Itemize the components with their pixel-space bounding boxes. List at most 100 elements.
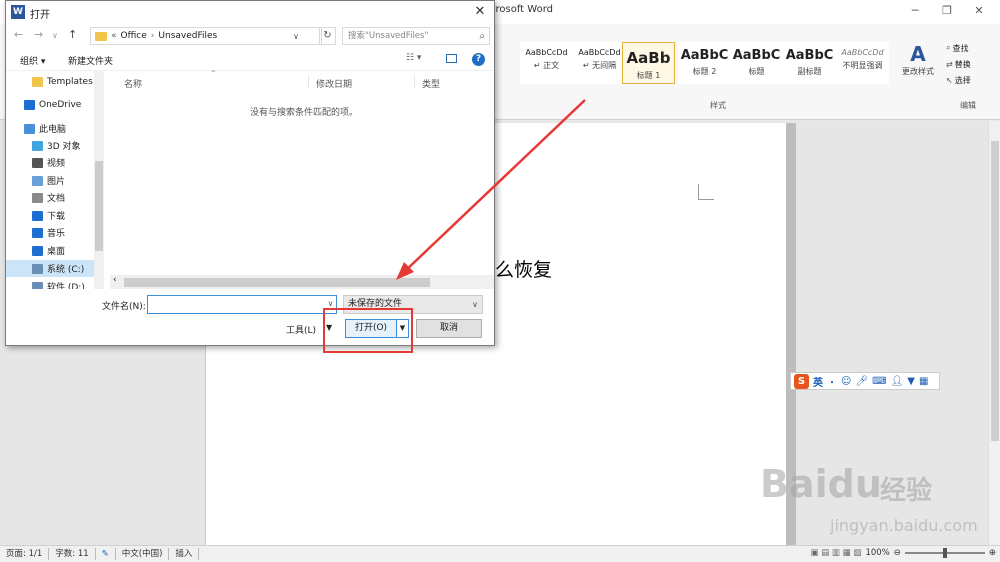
nav-item[interactable]: 文档 — [6, 189, 98, 206]
zoom-level[interactable]: 100% — [865, 548, 889, 558]
nav-item[interactable]: 下载 — [6, 207, 98, 224]
restore-icon[interactable]: ❐ — [932, 2, 962, 20]
button-row: 工具(L) ▼ 打开(O) ▼ 取消 — [6, 319, 494, 341]
punctuation-icon[interactable]: ・ — [827, 374, 837, 389]
nav-item[interactable]: 系统 (C:) — [6, 260, 98, 277]
page-count[interactable]: 页面: 1/1 — [0, 548, 50, 560]
change-view-icon[interactable]: ☷ ▾ — [406, 53, 421, 63]
insert-mode[interactable]: 插入 — [169, 548, 200, 560]
zoom-slider[interactable] — [904, 548, 985, 558]
nav-item[interactable]: 图片 — [6, 172, 98, 189]
scroll-left-icon[interactable]: ‹ — [113, 275, 117, 285]
dialog-close-icon[interactable]: ✕ — [470, 4, 490, 19]
column-divider — [414, 75, 415, 89]
zoom-in-icon[interactable]: ⊕ — [989, 548, 996, 558]
document-scrollbar[interactable] — [988, 121, 1000, 545]
nav-item[interactable]: 桌面 — [6, 242, 98, 259]
style-item[interactable]: AaBbCcDd ↵ 无间隔 — [573, 42, 626, 84]
file-list: 名称 ⌃ 修改日期 类型 没有与搜索条件匹配的项。 ‹ — [110, 69, 494, 289]
navigation-scrollbar-thumb[interactable] — [95, 161, 103, 251]
search-input[interactable]: 搜索"UnsavedFiles" ⌕ — [342, 27, 490, 45]
select-button[interactable]: ↖ 选择 — [946, 72, 1000, 88]
breadcrumb-office[interactable]: Office — [121, 31, 147, 41]
baidu-watermark: Baidu 经验 jingyan.baidu.com — [760, 452, 978, 542]
keyboard-icon[interactable]: ⌨ — [872, 376, 886, 387]
address-dropdown-icon[interactable]: ∨ — [293, 32, 299, 41]
zoom-slider-thumb[interactable] — [942, 548, 947, 558]
style-item[interactable]: AaBbC 副标题 — [783, 42, 836, 84]
file-list-scrollbar[interactable]: ‹ — [110, 275, 494, 289]
nav-item-label: 桌面 — [47, 247, 66, 257]
user-icon[interactable]: 👤︎ — [891, 376, 904, 387]
nav-item[interactable]: 3D 对象 — [6, 137, 98, 154]
file-list-scrollbar-thumb[interactable] — [124, 278, 430, 287]
change-styles-button[interactable]: A 更改样式 — [898, 42, 938, 77]
download-icon — [32, 210, 43, 221]
style-item[interactable]: AaBbC 标题 — [730, 42, 783, 84]
sogou-logo-icon[interactable]: S — [794, 373, 809, 389]
refresh-icon[interactable]: ↻ — [319, 27, 336, 45]
address-overflow[interactable]: « — [111, 31, 117, 41]
nav-item-label: 此电脑 — [39, 125, 67, 135]
recent-locations-icon[interactable]: ∨ — [52, 31, 58, 40]
column-type[interactable]: 类型 — [422, 77, 440, 90]
style-item[interactable]: AaBb 标题 1 — [622, 42, 675, 84]
new-folder-button[interactable]: 新建文件夹 — [68, 54, 113, 67]
nav-item-label: OneDrive — [39, 99, 82, 110]
drive-icon — [32, 281, 43, 289]
ime-language-toggle[interactable]: 英 — [813, 374, 823, 389]
word-count[interactable]: 字数: 11 — [49, 548, 96, 560]
navigation-scrollbar[interactable] — [94, 71, 104, 289]
grid-icon[interactable]: ▦ — [919, 376, 928, 387]
view-mode-icons[interactable]: ▣ ▤ ▥ ▦ ▧ — [810, 548, 861, 558]
nav-item[interactable]: 软件 (D:) — [6, 278, 98, 289]
preview-pane-icon[interactable] — [446, 54, 457, 63]
zoom-control: ▣ ▤ ▥ ▦ ▧ 100% ⊖ ⊕ — [810, 548, 996, 558]
language-indicator[interactable]: 中文(中国) — [116, 548, 170, 560]
replace-label: 替换 — [954, 59, 971, 69]
word-title: crosoft Word — [490, 4, 553, 15]
edit-group-label: 编辑 — [960, 101, 976, 110]
dialog-titlebar[interactable]: W 打开 ✕ — [6, 1, 494, 23]
filename-input[interactable] — [147, 295, 337, 314]
column-name[interactable]: 名称 — [124, 77, 142, 90]
document-scrollbar-thumb[interactable] — [991, 141, 999, 441]
organize-button[interactable]: 组织 ▾ — [20, 54, 45, 67]
style-item[interactable]: AaBbCcDd 不明显强调 — [836, 42, 889, 84]
zoom-out-icon[interactable]: ⊖ — [894, 548, 901, 558]
breadcrumb-unsavedfiles[interactable]: UnsavedFiles — [158, 31, 217, 41]
style-name: 标题 1 — [636, 71, 661, 80]
style-item[interactable]: AaBbCcDd ↵ 正文 — [520, 42, 573, 84]
nav-item[interactable]: 音乐 — [6, 224, 98, 241]
search-icon[interactable]: ⌕ — [479, 29, 485, 45]
column-divider — [308, 75, 309, 89]
column-modified[interactable]: 修改日期 — [316, 77, 352, 90]
watermark-url: jingyan.baidu.com — [830, 516, 978, 535]
back-arrow-icon[interactable]: ← — [14, 28, 23, 41]
minimize-icon[interactable]: ─ — [900, 2, 930, 20]
picture-icon — [32, 175, 43, 186]
replace-button[interactable]: ⇄ 替换 — [946, 56, 1000, 72]
edit-group: ⌕ 查找 ⇄ 替换 ↖ 选择 — [946, 40, 1000, 88]
change-styles-icon: A — [910, 42, 926, 66]
breadcrumb-separator-icon: › — [150, 31, 155, 41]
forward-arrow-icon[interactable]: → — [34, 28, 43, 41]
nav-item[interactable]: Templates — [6, 73, 98, 90]
style-name: 副标题 — [797, 67, 822, 76]
nav-item[interactable]: OneDrive — [6, 96, 98, 113]
cancel-button[interactable]: 取消 — [416, 319, 482, 338]
style-item[interactable]: AaBbC 标题 2 — [678, 42, 731, 84]
address-bar[interactable]: « Office › UnsavedFiles ∨ — [90, 27, 322, 45]
emoji-icon[interactable]: ☺ — [841, 376, 851, 387]
style-name: ↵ 正文 — [533, 61, 560, 70]
close-icon[interactable]: ✕ — [964, 2, 994, 20]
microphone-icon[interactable]: 🎤︎ — [855, 376, 868, 387]
help-icon[interactable]: ? — [472, 53, 485, 66]
skin-icon[interactable]: ▼ — [907, 376, 915, 387]
tools-button[interactable]: 工具(L) — [286, 323, 316, 336]
nav-item[interactable]: 此电脑 — [6, 120, 98, 137]
find-button[interactable]: ⌕ 查找 — [946, 40, 1000, 56]
up-arrow-icon[interactable]: ↑ — [68, 28, 77, 41]
nav-item[interactable]: 视频 — [6, 154, 98, 171]
proofing-icon[interactable]: ✎ — [96, 548, 116, 560]
